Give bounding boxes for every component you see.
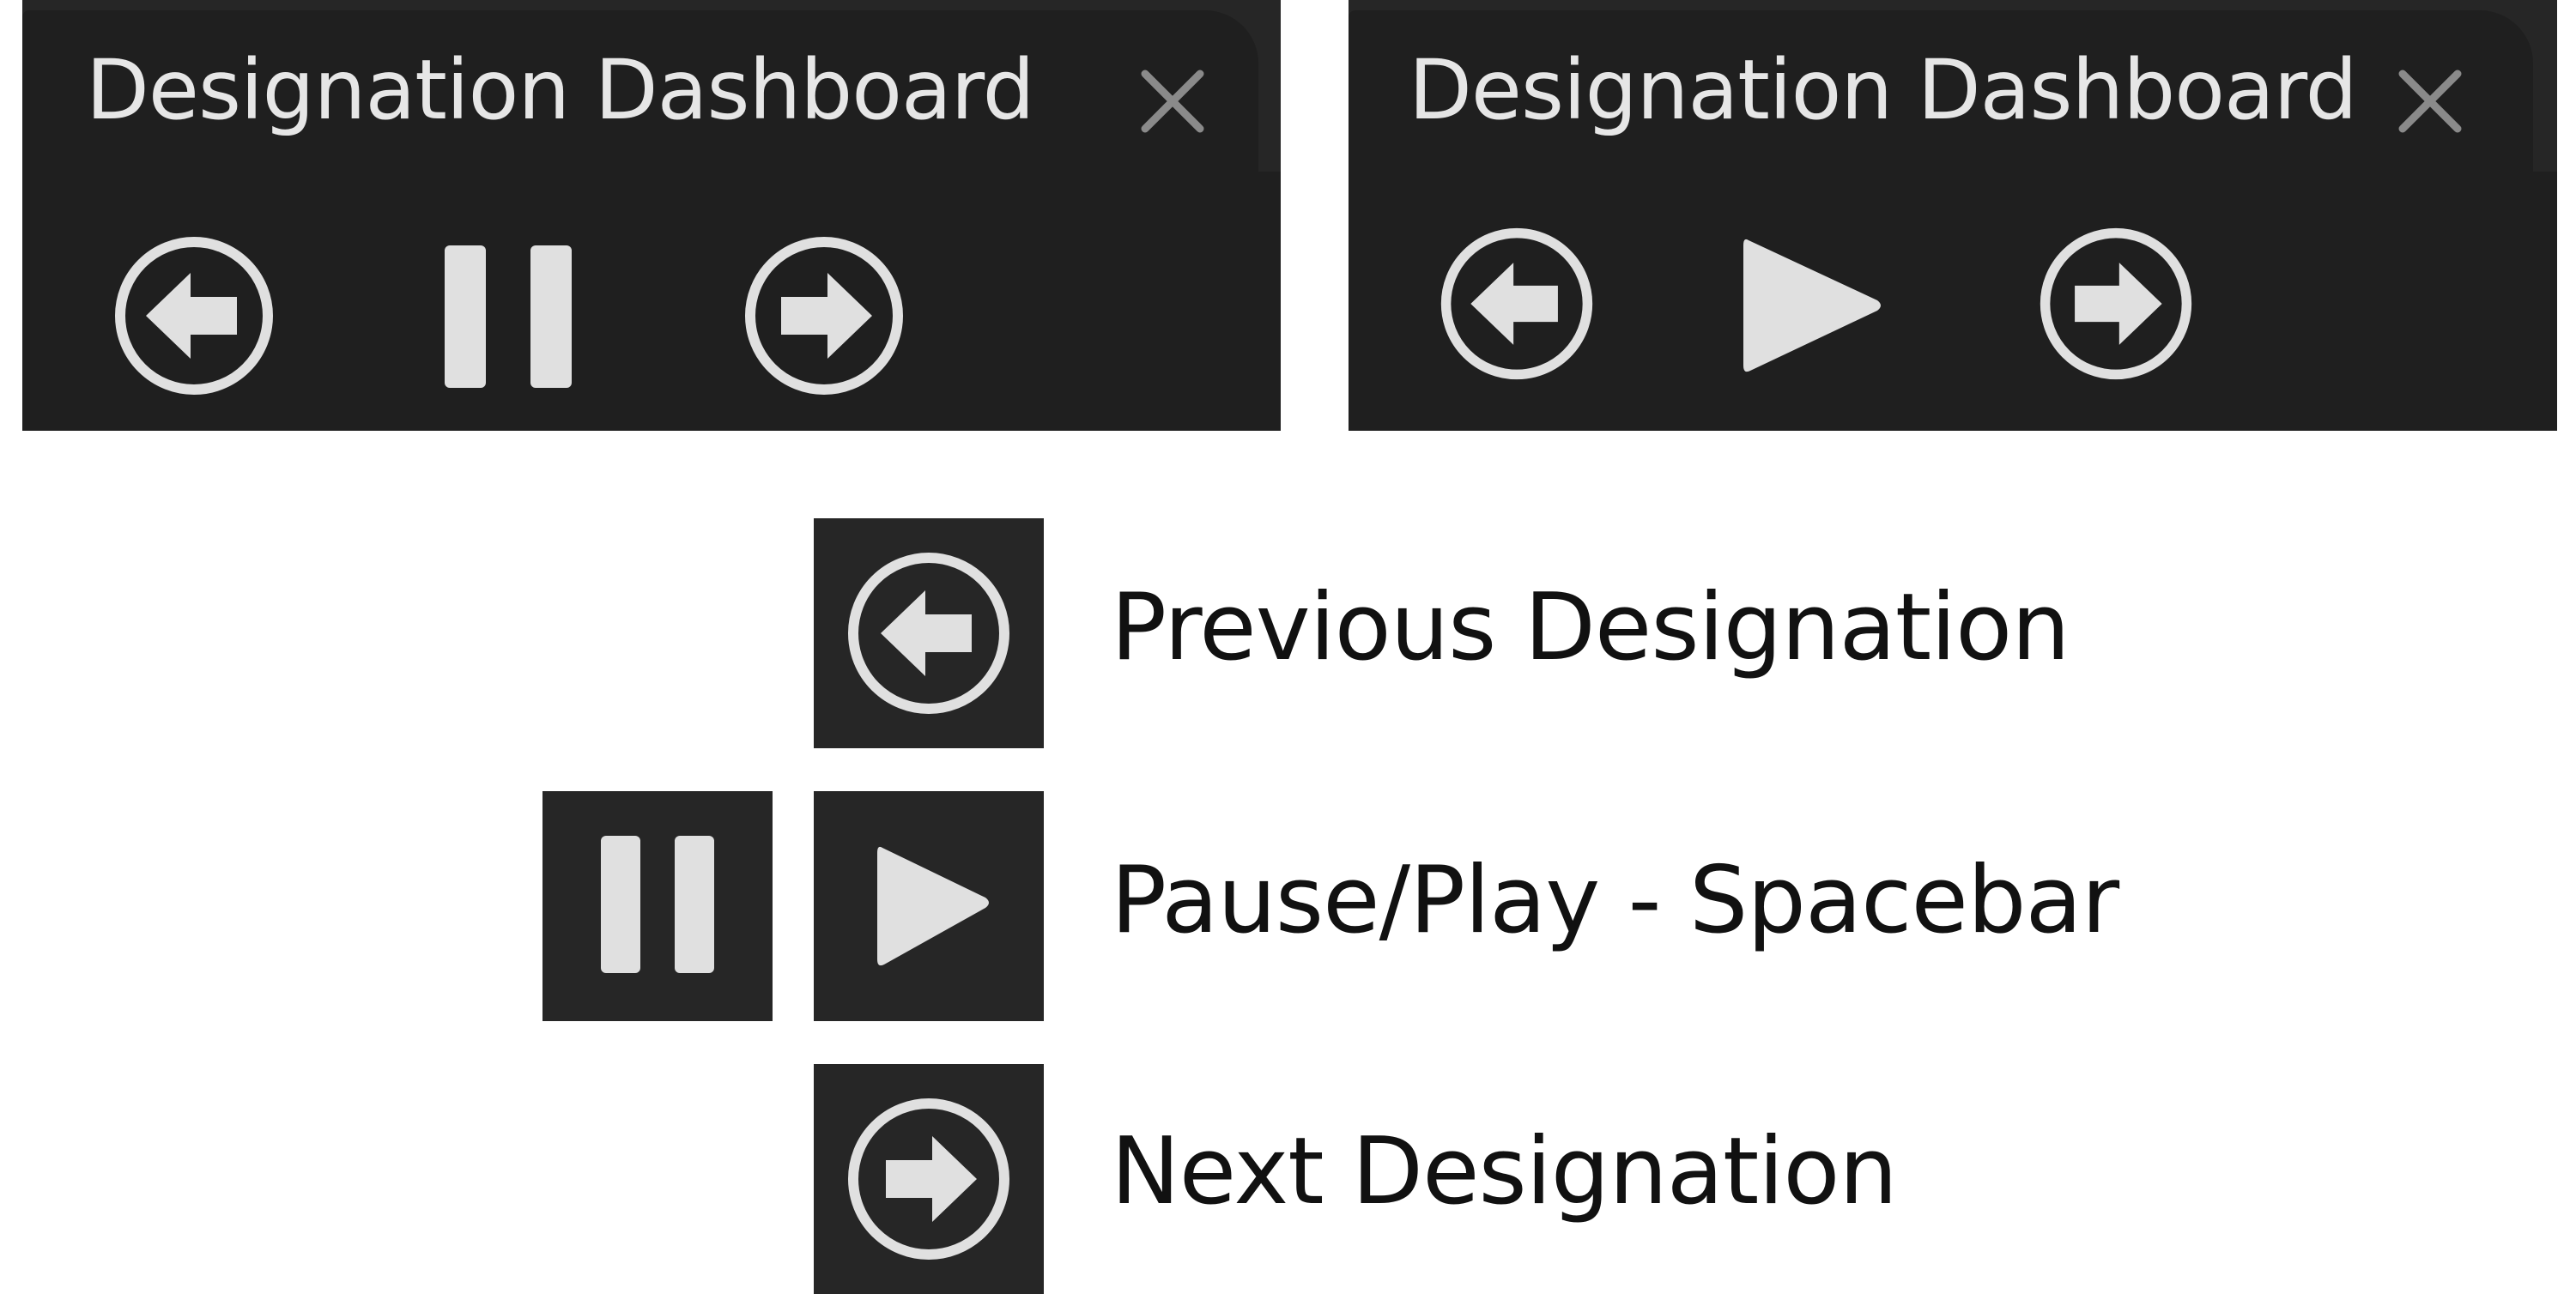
tab-title: Designation Dashboard xyxy=(86,42,1035,138)
next-button[interactable] xyxy=(742,233,906,398)
legend-next-label: Next Designation xyxy=(1111,1118,1898,1225)
legend-play-tile xyxy=(814,791,1044,1021)
dashboard-panel-play: Designation Dashboard xyxy=(1349,0,2557,431)
previous-button[interactable] xyxy=(112,233,276,398)
play-icon xyxy=(1743,239,1881,372)
previous-icon xyxy=(848,553,1009,714)
play-icon xyxy=(877,846,989,966)
pause-icon xyxy=(445,245,572,388)
previous-icon xyxy=(115,237,273,395)
pause-button[interactable] xyxy=(445,245,573,388)
dashboard-panel-paused: Designation Dashboard xyxy=(22,0,1281,431)
next-icon xyxy=(848,1098,1009,1260)
next-icon xyxy=(745,237,903,395)
play-button[interactable] xyxy=(1743,237,1884,374)
previous-icon xyxy=(1440,227,1593,380)
legend-pause-tile xyxy=(542,791,773,1021)
next-button[interactable] xyxy=(2037,225,2195,383)
close-icon[interactable] xyxy=(1138,67,1207,136)
pause-icon xyxy=(601,836,714,973)
legend-pause-play-label: Pause/Play - Spacebar xyxy=(1111,847,2119,954)
legend-previous-tile xyxy=(814,518,1044,748)
previous-button[interactable] xyxy=(1438,225,1596,383)
legend-next-tile xyxy=(814,1064,1044,1294)
legend-previous-label: Previous Designation xyxy=(1111,574,2070,681)
next-icon xyxy=(2040,227,2192,380)
tab-title: Designation Dashboard xyxy=(1409,42,2358,138)
close-icon[interactable] xyxy=(2396,67,2464,136)
